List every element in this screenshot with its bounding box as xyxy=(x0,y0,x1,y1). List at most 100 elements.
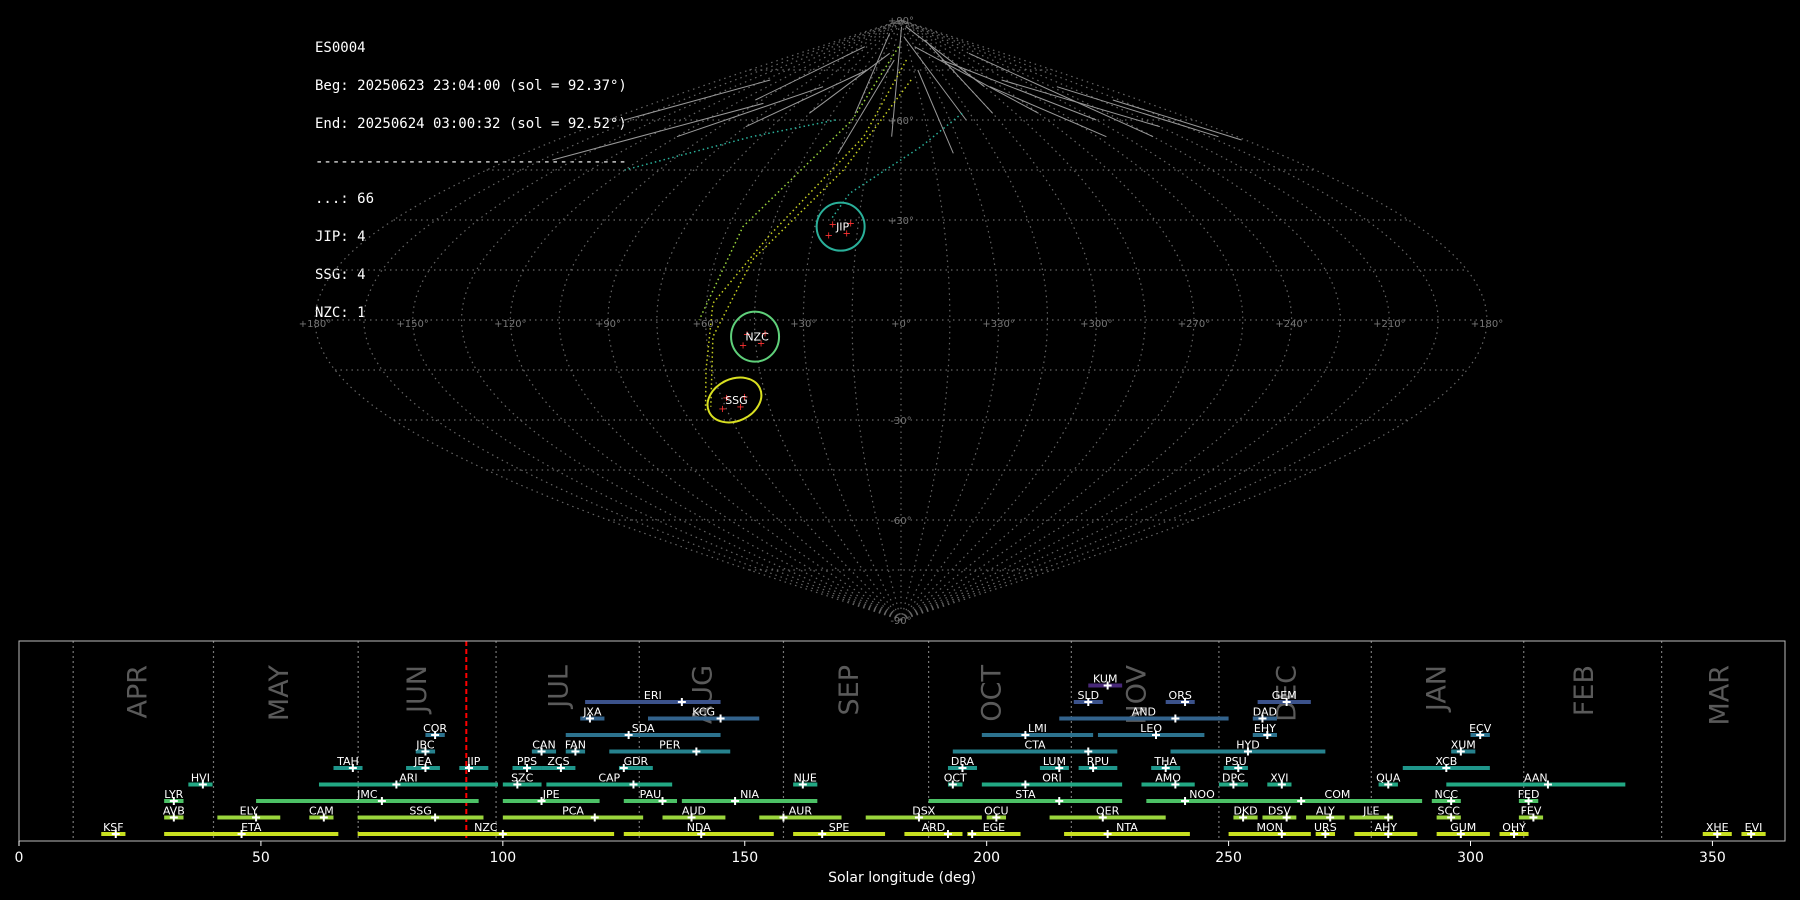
shower-lyr: LYR xyxy=(164,788,184,805)
month-label: JUN xyxy=(402,665,433,715)
shower-label: THA xyxy=(1153,755,1177,768)
shower-label: AND xyxy=(1132,706,1156,719)
shower-lum: LUM xyxy=(1039,755,1069,772)
shower-gem: GEM xyxy=(1257,689,1311,706)
shower-label: PSU xyxy=(1225,755,1247,768)
shower-zcs: ZCS xyxy=(541,755,576,772)
shower-label: NDA xyxy=(687,821,712,834)
shower-label: OER xyxy=(1096,805,1120,818)
shower-jbc: JBC xyxy=(415,739,436,756)
shower-label: CAP xyxy=(598,772,620,785)
shower-label: FEV xyxy=(1521,805,1542,818)
shower-oer: OER xyxy=(1049,805,1166,822)
shower-ssg: SSG xyxy=(357,805,484,822)
shower-label: TAH xyxy=(336,755,359,768)
shower-leo: LEO xyxy=(1097,722,1205,739)
shower-ohy: OHY xyxy=(1499,821,1529,838)
shower-gdr: GDR xyxy=(618,755,653,772)
shower-label: KCG xyxy=(692,706,715,719)
shower-ard: ARD xyxy=(904,821,963,838)
shower-gum: GUM xyxy=(1436,821,1490,838)
shower-rpu: RPU xyxy=(1078,755,1118,772)
shower-mon: MON xyxy=(1228,821,1311,838)
shower-scc: SCC xyxy=(1436,805,1461,822)
month-label: OCT xyxy=(977,665,1008,722)
x-tick-label: 350 xyxy=(1699,850,1726,866)
shower-label: PER xyxy=(659,739,681,752)
shower-label: SPE xyxy=(829,821,850,834)
shower-label: LEO xyxy=(1140,722,1162,735)
x-tick-label: 250 xyxy=(1215,850,1242,866)
shower-dkd: DKD xyxy=(1233,805,1258,822)
shower-ksf: KSF xyxy=(101,821,126,838)
x-tick-label: 300 xyxy=(1457,850,1484,866)
shower-label: HVI xyxy=(191,772,210,785)
shower-label: XCB xyxy=(1435,755,1457,768)
shower-label: AHY xyxy=(1375,821,1398,834)
shower-can: CAN xyxy=(531,739,557,756)
shower-label: ERI xyxy=(644,689,662,702)
shower-label: KUM xyxy=(1093,673,1117,686)
shower-label: ORS xyxy=(1169,689,1192,702)
shower-label: LUM xyxy=(1043,755,1066,768)
shower-label: EVI xyxy=(1745,821,1763,834)
shower-cor: COR xyxy=(423,722,447,739)
shower-tha: THA xyxy=(1151,755,1181,772)
shower-label: COR xyxy=(423,722,447,735)
shower-label: OCT xyxy=(944,772,967,785)
shower-dpc: DPC xyxy=(1218,772,1248,789)
shower-hyd: HYD xyxy=(1170,739,1326,756)
shower-label: MON xyxy=(1257,821,1283,834)
shower-fed: FED xyxy=(1518,788,1540,805)
shower-label: LMI xyxy=(1028,722,1047,735)
shower-nta: NTA xyxy=(1064,821,1190,838)
shower-kcg: KCG xyxy=(647,706,760,723)
shower-jip: JIP xyxy=(459,755,489,772)
shower-label: KSF xyxy=(103,821,124,834)
shower-label: JLE xyxy=(1362,805,1379,818)
shower-label: SCC xyxy=(1438,805,1461,818)
shower-eta: ETA xyxy=(164,821,339,838)
shower-label: URS xyxy=(1314,821,1337,834)
shower-aly: ALY xyxy=(1306,805,1345,822)
shower-label: NUE xyxy=(794,772,817,785)
shower-label: RPU xyxy=(1087,755,1109,768)
shower-ocu: OCU xyxy=(984,805,1009,822)
month-label: JUL xyxy=(543,665,574,710)
shower-noo: NOO xyxy=(1146,788,1258,805)
shower-label: DRA xyxy=(951,755,975,768)
shower-label: JBC xyxy=(415,739,435,752)
shower-label: NIA xyxy=(740,788,759,801)
month-label: MAR xyxy=(1705,665,1736,726)
shower-label: ECV xyxy=(1469,722,1492,735)
shower-label: JMC xyxy=(356,788,378,801)
shower-evi: EVI xyxy=(1741,821,1766,838)
shower-label: NZC xyxy=(474,821,498,834)
shower-label: JXA xyxy=(582,706,602,719)
shower-label: XHE xyxy=(1706,821,1729,834)
shower-label: GDR xyxy=(624,755,649,768)
shower-spe: SPE xyxy=(793,821,886,838)
shower-fev: FEV xyxy=(1518,805,1544,822)
shower-label: FED xyxy=(1518,788,1540,801)
shower-label: SDA xyxy=(632,722,655,735)
shower-ncc: NCC xyxy=(1431,788,1461,805)
shower-qua: QUA xyxy=(1376,772,1401,789)
shower-dsx: DSX xyxy=(865,805,982,822)
shower-label: NTA xyxy=(1116,821,1138,834)
shower-label: EHY xyxy=(1254,722,1276,735)
shower-label: LYR xyxy=(164,788,183,801)
shower-dad: DAD xyxy=(1253,706,1277,723)
month-label: JAN xyxy=(1422,665,1453,713)
shower-jle: JLE xyxy=(1349,805,1394,822)
month-label: SEP xyxy=(834,665,865,715)
shower-xum: XUM xyxy=(1451,739,1476,756)
shower-aur: AUR xyxy=(759,805,842,822)
shower-label: DAD xyxy=(1253,706,1277,719)
shower-label: OCU xyxy=(984,805,1008,818)
shower-nzc: NZC xyxy=(357,821,615,838)
shower-per: PER xyxy=(609,739,731,756)
shower-ely: ELY xyxy=(217,805,281,822)
shower-label: COM xyxy=(1325,788,1351,801)
shower-ari: ARI xyxy=(318,772,498,789)
